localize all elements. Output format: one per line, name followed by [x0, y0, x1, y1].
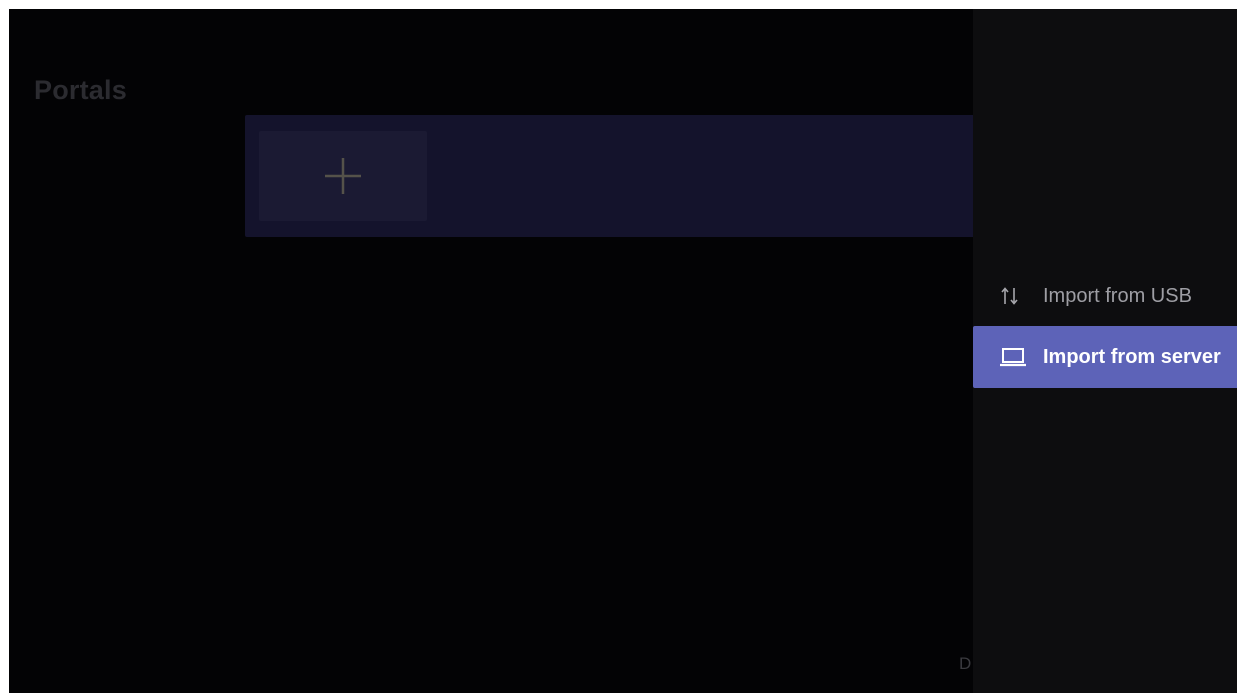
plus-icon	[325, 158, 361, 194]
tv-screen: Portals D Import from USB Import from se…	[9, 9, 1237, 693]
laptop-icon	[999, 345, 1029, 369]
import-from-server-item[interactable]: Import from server	[973, 326, 1237, 388]
import-from-usb-item[interactable]: Import from USB	[973, 265, 1237, 327]
import-from-server-label: Import from server	[1043, 345, 1221, 368]
add-portal-button[interactable]	[259, 131, 427, 221]
import-usb-icon	[999, 284, 1029, 308]
portals-row	[245, 115, 985, 237]
import-from-usb-label: Import from USB	[1043, 284, 1192, 307]
bottom-hint-text: D	[959, 654, 972, 673]
import-side-panel: Import from USB Import from server	[973, 9, 1237, 693]
page-title: Portals	[34, 75, 127, 105]
